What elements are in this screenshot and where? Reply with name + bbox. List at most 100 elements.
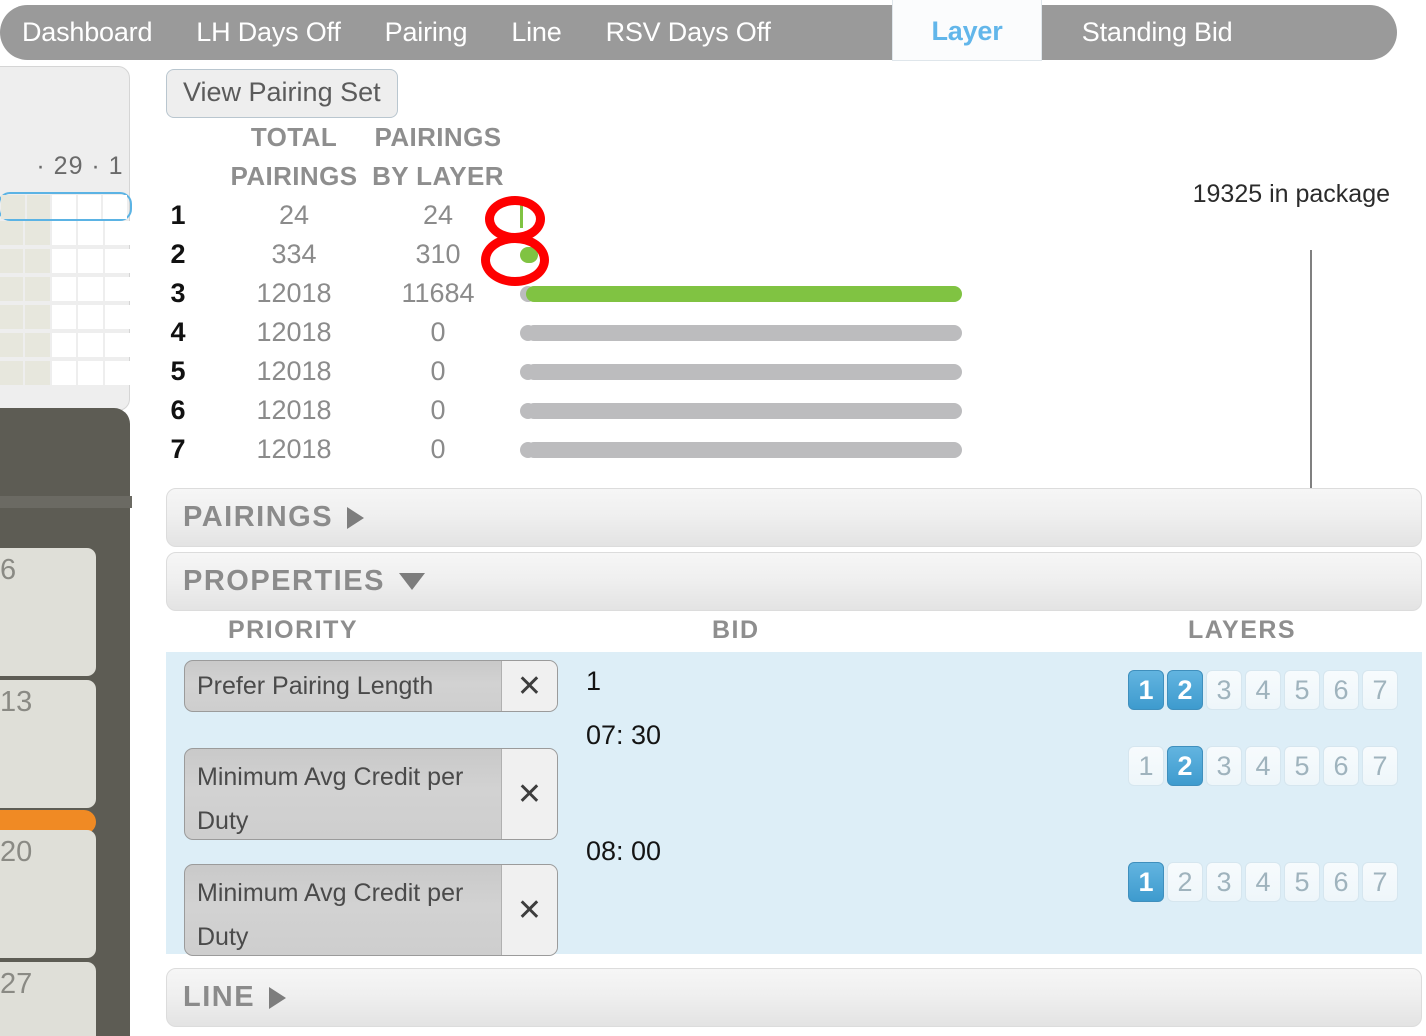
layer-toggle-6[interactable]: 6 [1323, 670, 1359, 710]
bid-value: 1 [586, 666, 602, 696]
tab-layer[interactable]: Layer [893, 0, 1041, 60]
remove-priority-button[interactable]: ✕ [501, 865, 557, 955]
mini-calendar-row[interactable] [0, 333, 132, 358]
layer-toggle-5[interactable]: 5 [1284, 862, 1320, 902]
layer-stats-row[interactable]: 6 12018 0 [132, 391, 1426, 430]
mini-calendar-row[interactable] [0, 277, 132, 302]
section-header-properties[interactable]: PROPERTIES [166, 552, 1422, 611]
layer-toggle-1[interactable]: 1 [1128, 670, 1164, 710]
view-pairing-set-button[interactable]: View Pairing Set [166, 69, 398, 118]
mini-cell [78, 249, 104, 273]
bar-fill [526, 324, 962, 341]
layer-index: 3 [170, 278, 186, 308]
tab-line[interactable]: Line [489, 5, 583, 60]
mini-calendar-grid[interactable] [0, 192, 132, 389]
mini-cell [78, 361, 104, 385]
day-cell-13[interactable]: 13 [0, 680, 96, 808]
pairings-by-layer-value: 310 [415, 239, 461, 269]
mini-cell [51, 361, 77, 385]
layer-toggle-7[interactable]: 7 [1362, 862, 1398, 902]
properties-rows-container: Prefer Pairing Length ✕ 1 1 2 3 4 5 6 7 Minimum Av… [166, 652, 1422, 956]
mini-cell [51, 221, 77, 245]
layer-toggle-5[interactable]: 5 [1284, 746, 1320, 786]
section-label-pairings: PAIRINGS [183, 501, 334, 533]
layer-toggle-6[interactable]: 6 [1323, 862, 1359, 902]
remove-priority-button[interactable]: ✕ [501, 749, 557, 839]
column-header-priority: PRIORITY [228, 616, 359, 644]
section-header-line[interactable]: LINE [166, 968, 1422, 1027]
priority-chip[interactable]: Prefer Pairing Length ✕ [184, 660, 558, 712]
tab-dashboard[interactable]: Dashboard [0, 5, 174, 60]
total-pairings-value: 334 [271, 239, 317, 269]
day-number: 27 [0, 968, 33, 1000]
layer-toggle-4[interactable]: 4 [1245, 862, 1281, 902]
triangle-down-icon [398, 573, 425, 590]
tab-lh-days-off[interactable]: LH Days Off [174, 5, 362, 60]
tab-rsv-days-off[interactable]: RSV Days Off [584, 5, 793, 60]
layer-stats-rows: 1 24 24 2 334 310 3 12018 11684 4 12018 0 5 12018 0 6 12… [132, 196, 1426, 469]
day-cell-20[interactable]: 20 [0, 830, 96, 958]
mini-cell [105, 277, 130, 301]
bar-fill [526, 363, 962, 380]
mini-cell [0, 277, 23, 301]
priority-chip[interactable]: Minimum Avg Credit per Duty ✕ [184, 864, 558, 956]
tab-pairing[interactable]: Pairing [363, 5, 490, 60]
calendar-header-strip [0, 496, 132, 508]
remove-priority-button[interactable]: ✕ [501, 661, 557, 711]
priority-chip[interactable]: Minimum Avg Credit per Duty ✕ [184, 748, 558, 840]
layer-toggle-3[interactable]: 3 [1206, 862, 1242, 902]
layer-stats-row[interactable]: 7 12018 0 [132, 430, 1426, 469]
layer-toggle-4[interactable]: 4 [1245, 746, 1281, 786]
layer-toggle-7[interactable]: 7 [1362, 670, 1398, 710]
tab-standing-bid[interactable]: Standing Bid [1060, 5, 1255, 60]
layer-toggle-1[interactable]: 1 [1128, 746, 1164, 786]
layer-toggle-2[interactable]: 2 [1167, 746, 1203, 786]
layer-stats-row[interactable]: 3 12018 11684 [132, 274, 1426, 313]
header-pairings-by-layer-line1: PAIRINGS [374, 122, 502, 152]
layer-toggle-5[interactable]: 5 [1284, 670, 1320, 710]
mini-calendar-row[interactable] [0, 221, 132, 246]
day-cell-27[interactable]: 27 [0, 962, 96, 1036]
mini-cell [77, 195, 102, 219]
mini-cell [0, 249, 23, 273]
layer-toggle-3[interactable]: 3 [1206, 746, 1242, 786]
priority-name: Minimum Avg Credit per Duty [197, 879, 464, 951]
mini-calendar-row[interactable] [0, 249, 132, 274]
layer-toggle-group: 1234567 [1128, 862, 1398, 902]
triangle-right-icon [269, 986, 287, 1009]
pairings-by-layer-value: 0 [430, 356, 446, 386]
mini-cell [78, 221, 104, 245]
mini-cell [105, 221, 130, 245]
layer-stats-header-row: TOTAL PAIRINGS PAIRINGS BY LAYER [132, 118, 1426, 196]
layer-toggle-7[interactable]: 7 [1362, 746, 1398, 786]
mini-calendar-row-selected[interactable] [0, 192, 132, 221]
mini-cell [105, 333, 130, 357]
layer-bar [512, 313, 1426, 352]
pairings-by-layer-value: 0 [430, 434, 446, 464]
mini-cell [0, 361, 23, 385]
layer-toggle-1[interactable]: 1 [1128, 862, 1164, 902]
bid-value: 07: 30 [586, 720, 662, 750]
mini-cell [24, 277, 50, 301]
layer-toggle-3[interactable]: 3 [1206, 670, 1242, 710]
mini-cell [24, 305, 50, 329]
day-number: 6 [0, 554, 17, 586]
section-header-pairings[interactable]: PAIRINGS [166, 488, 1422, 547]
section-label-line: LINE [183, 981, 256, 1013]
mini-calendar-row[interactable] [0, 305, 132, 330]
layer-toggle-6[interactable]: 6 [1323, 746, 1359, 786]
mini-calendar-row[interactable] [0, 361, 132, 386]
bar-fill [520, 203, 523, 228]
day-cell-6[interactable]: 6 [0, 548, 96, 676]
chart-axis-line [1310, 250, 1312, 525]
layer-stats-row[interactable]: 1 24 24 [132, 196, 1426, 235]
layer-toggle-4[interactable]: 4 [1245, 670, 1281, 710]
layer-toggle-2[interactable]: 2 [1167, 670, 1203, 710]
layer-stats-row[interactable]: 2 334 310 [132, 235, 1426, 274]
mini-cell [51, 333, 77, 357]
layer-stats-row[interactable]: 5 12018 0 [132, 352, 1426, 391]
header-total-pairings-line2: PAIRINGS [230, 161, 358, 191]
layer-toggle-2[interactable]: 2 [1167, 862, 1203, 902]
layer-stats-row[interactable]: 4 12018 0 [132, 313, 1426, 352]
layer-stats-table: TOTAL PAIRINGS PAIRINGS BY LAYER 1 24 24 2 3… [132, 118, 1426, 469]
